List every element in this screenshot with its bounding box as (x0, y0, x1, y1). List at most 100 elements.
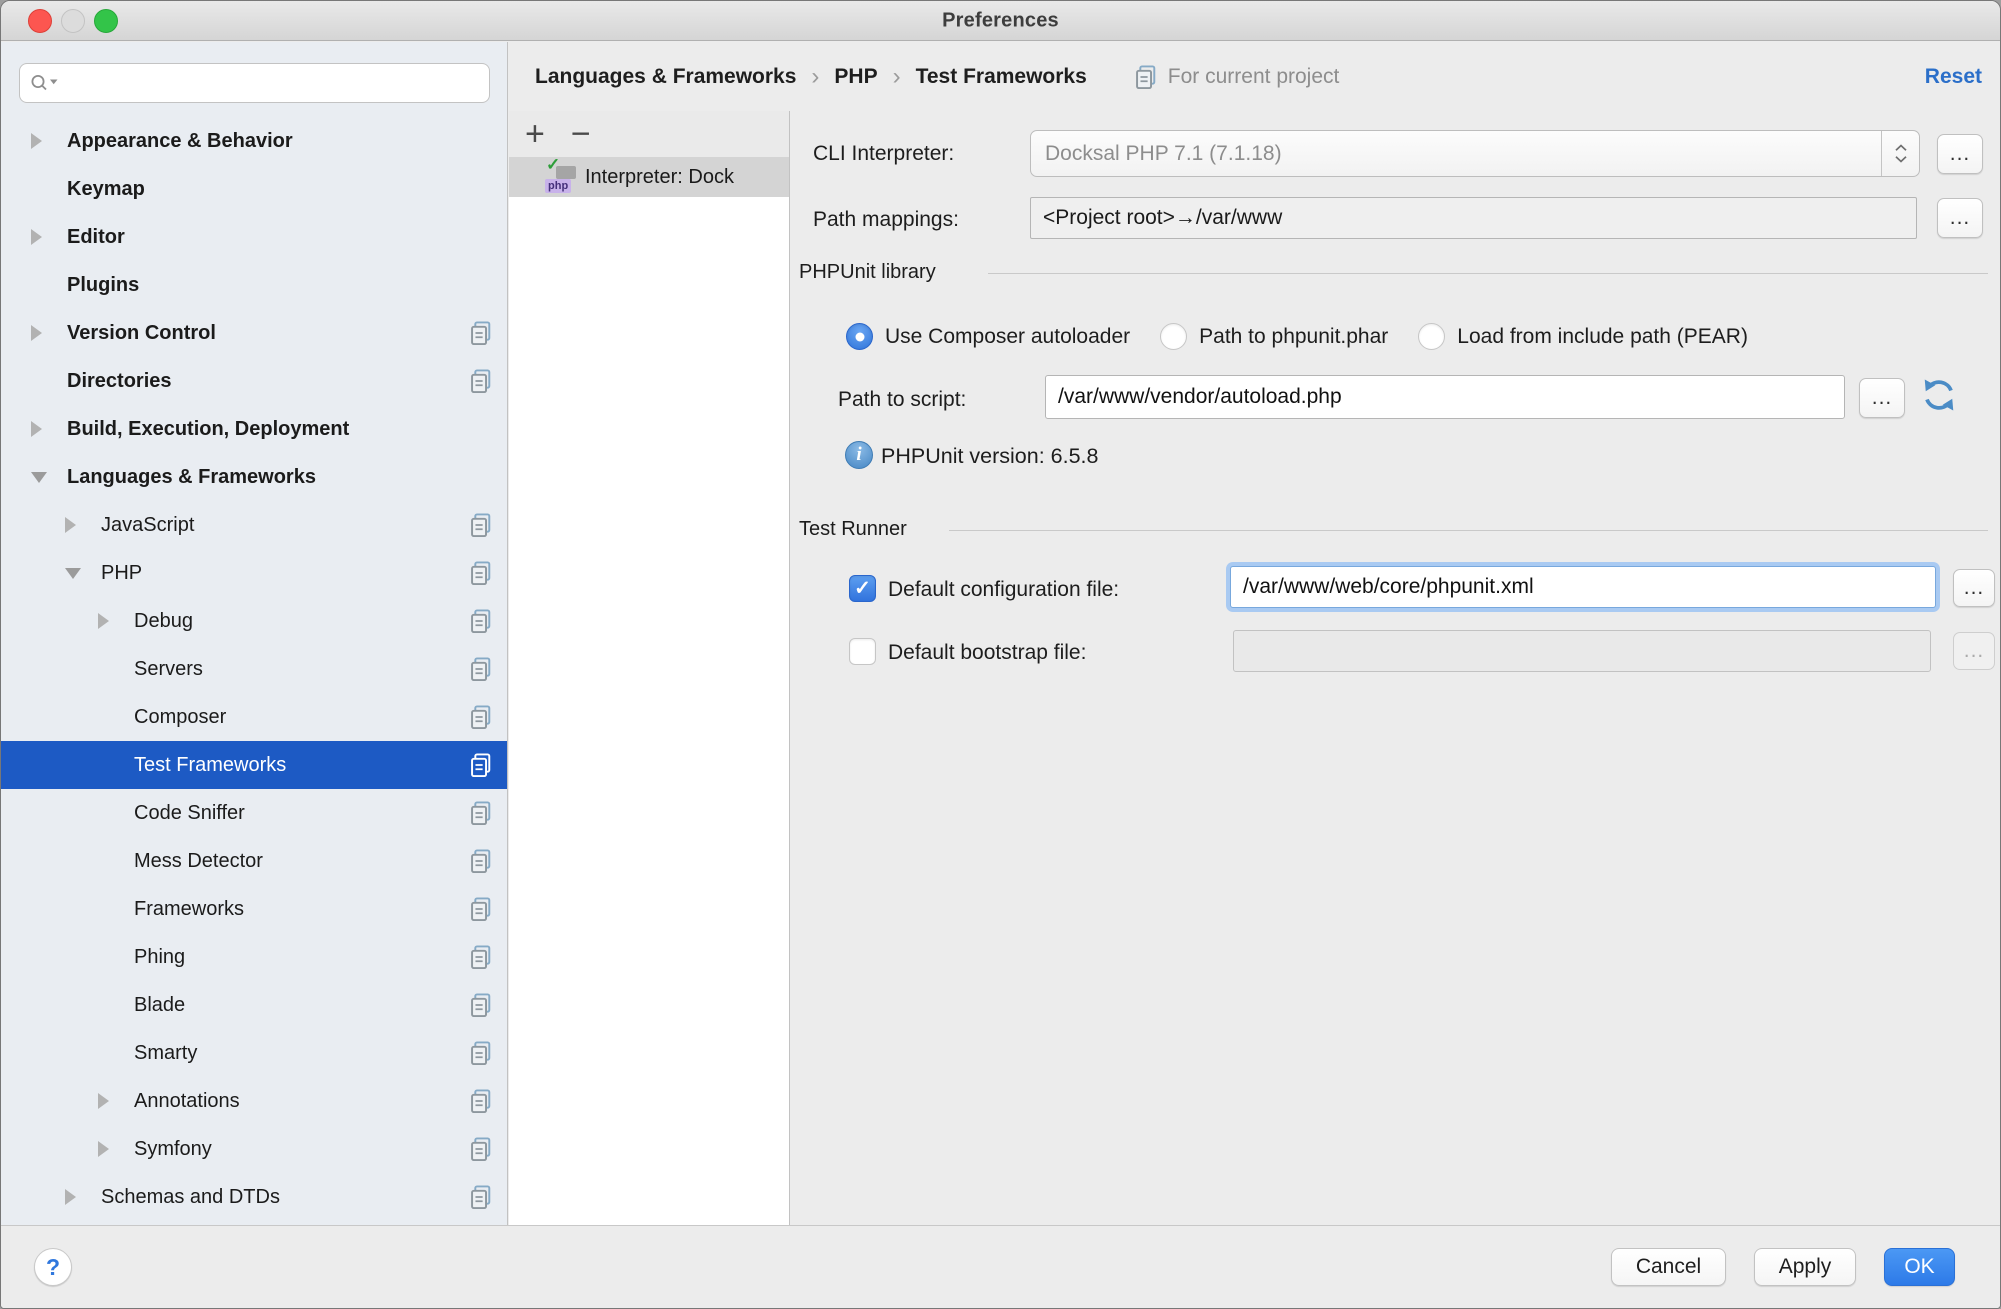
sidebar-item-editor[interactable]: Editor (1, 213, 507, 261)
sidebar-item-plugins[interactable]: Plugins (1, 261, 507, 309)
expand-arrow-icon[interactable] (31, 229, 42, 245)
sidebar-item-symfony[interactable]: Symfony (1, 1125, 507, 1173)
radio-option-load-from-include-path-pear[interactable]: Load from include path (PEAR) (1418, 323, 1748, 350)
sidebar-item-build-execution-deployment[interactable]: Build, Execution, Deployment (1, 405, 507, 453)
radio-icon[interactable] (1418, 323, 1445, 350)
section-divider (988, 273, 1988, 274)
sidebar-item-languages-frameworks[interactable]: Languages & Frameworks (1, 453, 507, 501)
stepper-icon[interactable] (1881, 131, 1919, 176)
expand-arrow-icon[interactable] (31, 472, 47, 483)
add-interpreter-button[interactable]: + (525, 114, 545, 154)
remove-interpreter-button[interactable]: − (571, 114, 591, 154)
path-mappings-browse-button[interactable]: ... (1937, 198, 1983, 238)
copy-icon (468, 608, 494, 634)
reset-link[interactable]: Reset (1925, 65, 1982, 89)
expand-arrow-icon[interactable] (31, 133, 42, 149)
scope-label: For current project (1168, 65, 1340, 89)
zoom-window-button[interactable] (94, 9, 118, 33)
default-configuration-file-label: Default configuration file: (888, 577, 1119, 603)
breadcrumb-separator: › (893, 63, 901, 91)
sidebar-item-test-frameworks[interactable]: Test Frameworks (1, 741, 507, 789)
default-configuration-file-input[interactable] (1230, 566, 1936, 608)
path-mappings-field[interactable]: <Project root>→/var/www (1030, 197, 1917, 239)
help-button[interactable]: ? (34, 1248, 72, 1286)
settings-sidebar: Appearance & Behavior Keymap Editor Plug… (1, 42, 508, 1227)
sidebar-item-javascript[interactable]: JavaScript (1, 501, 507, 549)
reload-phpunit-icon[interactable] (1919, 375, 1959, 420)
ok-button[interactable]: OK (1884, 1248, 1955, 1286)
minimize-window-button (61, 9, 85, 33)
cancel-button[interactable]: Cancel (1611, 1248, 1726, 1286)
checkmark-icon: ✓ (546, 157, 560, 175)
expand-arrow-icon[interactable] (65, 517, 76, 533)
interpreter-list-item[interactable]: ✓ php Interpreter: Dock (509, 157, 789, 197)
search-input[interactable] (66, 68, 479, 98)
sidebar-item-schemas-and-dtds[interactable]: Schemas and DTDs (1, 1173, 507, 1221)
sidebar-item-label: Keymap (67, 178, 494, 201)
per-project-settings-icon (468, 1040, 494, 1066)
default-configuration-file-checkbox[interactable] (849, 575, 876, 602)
sidebar-item-directories[interactable]: Directories (1, 357, 507, 405)
radio-icon[interactable] (1160, 323, 1187, 350)
default-configuration-file-browse-button[interactable]: ... (1953, 569, 1995, 607)
sidebar-item-annotations[interactable]: Annotations (1, 1077, 507, 1125)
sidebar-item-label: Schemas and DTDs (101, 1186, 468, 1209)
default-bootstrap-file-checkbox[interactable] (849, 638, 876, 665)
path-to-script-input[interactable] (1045, 375, 1845, 419)
copy-icon (468, 800, 494, 826)
sidebar-item-php[interactable]: PHP (1, 549, 507, 597)
copy-icon (468, 512, 494, 538)
default-bootstrap-file-input[interactable] (1233, 630, 1931, 672)
radio-option-label: Use Composer autoloader (885, 325, 1130, 349)
sidebar-item-keymap[interactable]: Keymap (1, 165, 507, 213)
expand-arrow-icon[interactable] (31, 421, 42, 437)
sidebar-item-phing[interactable]: Phing (1, 933, 507, 981)
sidebar-item-label: PHP (101, 562, 468, 585)
sidebar-item-smarty[interactable]: Smarty (1, 1029, 507, 1077)
copy-icon (468, 1088, 494, 1114)
cli-interpreter-select[interactable]: Docksal PHP 7.1 (7.1.18) (1030, 130, 1920, 177)
expand-arrow-icon[interactable] (65, 1189, 76, 1205)
sidebar-item-label: Languages & Frameworks (67, 466, 494, 489)
sidebar-item-debug[interactable]: Debug (1, 597, 507, 645)
expand-arrow-icon[interactable] (98, 1093, 109, 1109)
expand-arrow-icon[interactable] (98, 1141, 109, 1157)
close-window-button[interactable] (28, 9, 52, 33)
sidebar-item-frameworks[interactable]: Frameworks (1, 885, 507, 933)
sidebar-item-label: Appearance & Behavior (67, 130, 494, 153)
titlebar: Preferences (1, 1, 2000, 41)
sidebar-item-appearance-behavior[interactable]: Appearance & Behavior (1, 117, 507, 165)
per-project-settings-icon (468, 1136, 494, 1162)
sidebar-item-mess-detector[interactable]: Mess Detector (1, 837, 507, 885)
breadcrumb-item-languages-frameworks[interactable]: Languages & Frameworks (535, 65, 796, 89)
copy-icon (468, 656, 494, 682)
default-bootstrap-file-label: Default bootstrap file: (888, 640, 1086, 666)
path-to-script-browse-button[interactable]: ... (1859, 378, 1905, 418)
per-project-settings-icon (468, 320, 494, 346)
settings-search-box[interactable] (19, 63, 490, 103)
sidebar-item-version-control[interactable]: Version Control (1, 309, 507, 357)
sidebar-item-label: JavaScript (101, 514, 468, 537)
expand-arrow-icon[interactable] (65, 568, 81, 579)
sidebar-item-code-sniffer[interactable]: Code Sniffer (1, 789, 507, 837)
cli-interpreter-value: Docksal PHP 7.1 (7.1.18) (1045, 131, 1873, 176)
copy-icon (468, 848, 494, 874)
sidebar-item-servers[interactable]: Servers (1, 645, 507, 693)
cli-interpreter-browse-button[interactable]: ... (1937, 134, 1983, 174)
radio-option-use-composer-autoloader[interactable]: Use Composer autoloader (846, 323, 1130, 350)
copy-icon (468, 1040, 494, 1066)
sidebar-item-composer[interactable]: Composer (1, 693, 507, 741)
sidebar-item-blade[interactable]: Blade (1, 981, 507, 1029)
breadcrumb-item-php[interactable]: PHP (834, 65, 877, 89)
radio-option-path-to-phpunit-phar[interactable]: Path to phpunit.phar (1160, 323, 1388, 350)
breadcrumb-item-test-frameworks[interactable]: Test Frameworks (916, 65, 1087, 89)
expand-arrow-icon[interactable] (98, 613, 109, 629)
interpreter-list-panel: + − ✓ php Interpreter: Dock (509, 111, 790, 1227)
per-project-settings-icon (468, 896, 494, 922)
per-project-settings-icon (468, 704, 494, 730)
apply-button[interactable]: Apply (1754, 1248, 1856, 1286)
expand-arrow-icon[interactable] (31, 325, 42, 341)
per-project-settings-icon (468, 560, 494, 586)
sidebar-item-label: Servers (134, 658, 468, 681)
radio-icon[interactable] (846, 323, 873, 350)
